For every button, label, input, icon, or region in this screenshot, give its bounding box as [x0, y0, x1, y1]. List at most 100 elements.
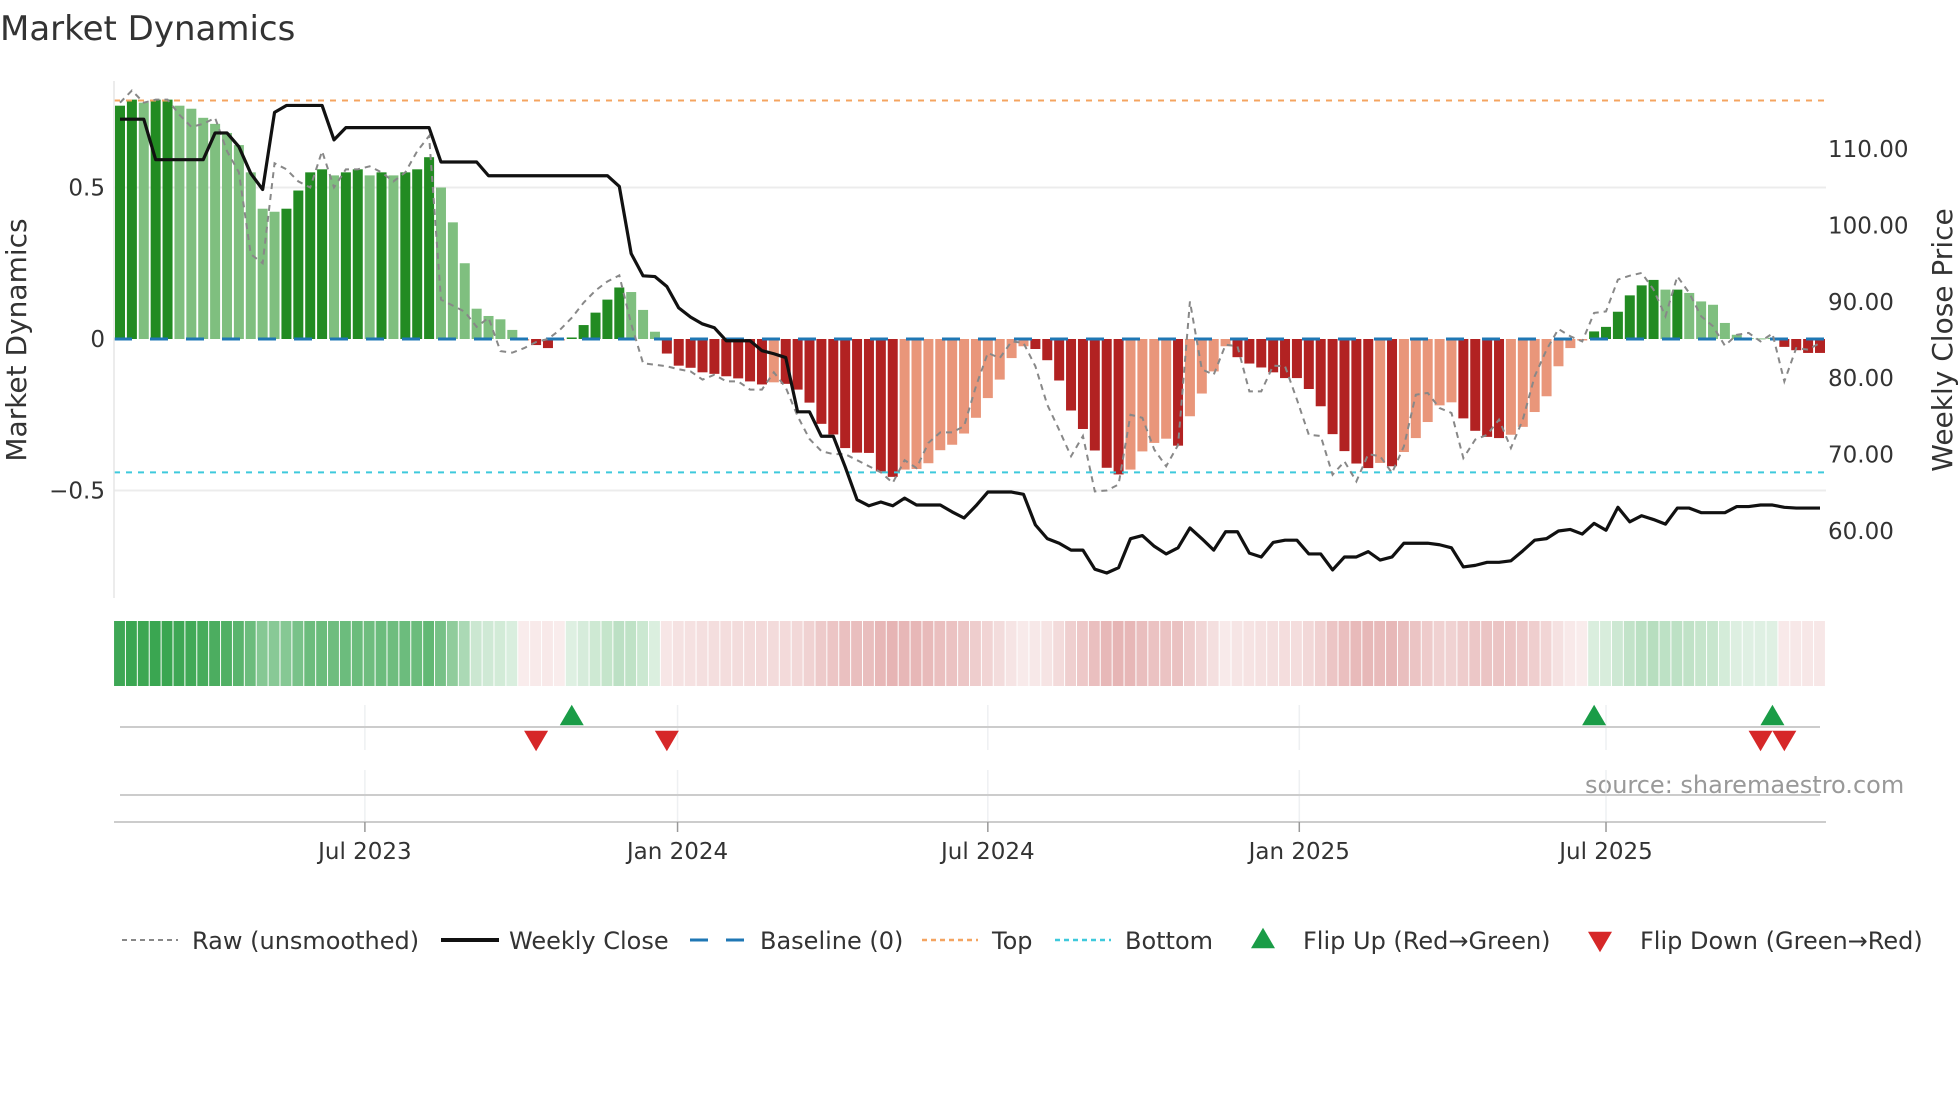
heat-strip-cell: [767, 621, 779, 686]
heat-strip-cell: [625, 621, 637, 686]
heat-strip-cell: [1183, 621, 1195, 686]
dynamics-bar: [1244, 339, 1255, 364]
heat-strip-cell: [470, 621, 482, 686]
heat-strip-cell: [1611, 621, 1623, 686]
heat-strip-cell: [221, 621, 232, 686]
heat-strip-cell: [1600, 621, 1611, 686]
dynamics-bar: [1077, 339, 1088, 429]
dynamics-bar: [1422, 339, 1433, 423]
heat-strip-cell: [423, 621, 435, 686]
heat-strip-cell: [1564, 621, 1576, 686]
dynamics-bar: [994, 339, 1005, 380]
heat-strip-cell: [1409, 621, 1421, 686]
dynamics-bar: [982, 339, 993, 399]
heat-strip-cell: [494, 621, 506, 686]
heat-strip-cell: [244, 621, 256, 686]
heat-strip-cell: [1516, 621, 1528, 686]
dynamics-bar: [138, 102, 149, 339]
heat-strip-cell: [1778, 621, 1790, 686]
dynamics-bar: [340, 172, 351, 339]
heat-strip-cell: [839, 621, 851, 686]
dynamics-bar: [1494, 339, 1505, 439]
dynamics-bar: [1458, 339, 1469, 419]
legend-label-close: Weekly Close: [509, 927, 669, 955]
legend-flip-up-icon: [1251, 927, 1275, 949]
dynamics-bar: [1363, 339, 1374, 469]
dynamics-bar: [459, 263, 470, 339]
heat-strip-cell: [1374, 621, 1386, 686]
dynamics-bar: [1089, 339, 1100, 451]
dynamics-bar: [709, 339, 720, 374]
heat-strip-cell: [1290, 621, 1302, 686]
heat-strip-cell: [1017, 621, 1029, 686]
legend: Raw (unsmoothed) Weekly Close Baseline (0)…: [122, 927, 1923, 955]
dynamics-bar: [447, 222, 458, 339]
flip-down-marker: [1748, 730, 1773, 752]
heat-strip-cell: [1160, 621, 1172, 686]
heat-strip-cell: [922, 621, 934, 686]
dynamics-bar: [804, 339, 815, 403]
heat-strip-cell: [553, 621, 565, 686]
heat-strip-cell: [1005, 621, 1017, 686]
dynamics-bar: [863, 339, 874, 453]
heat-strip-cell: [803, 621, 815, 686]
dynamics-bar: [435, 187, 446, 339]
dynamics-bar: [721, 339, 732, 377]
heat-strip-cell: [1445, 621, 1457, 686]
y-right-tick-label: 60.00: [1828, 519, 1894, 545]
dynamics-bar: [1553, 339, 1564, 367]
heat-strip-cell: [256, 621, 268, 686]
dynamics-bar: [1505, 339, 1516, 435]
heat-strip-cell: [1243, 621, 1255, 686]
heat-strip-cell: [542, 621, 553, 686]
heat-strip-cell: [1754, 621, 1766, 686]
market-dynamics-chart: Market Dynamics Market Dynamics Weekly C…: [0, 9, 1959, 955]
heat-strip-cell: [684, 621, 696, 686]
heat-strip-cell: [1267, 621, 1279, 686]
dynamics-bar: [661, 339, 672, 354]
dynamics-bar: [828, 339, 839, 435]
heat-strip-cell: [125, 621, 137, 686]
dynamics-bar: [150, 99, 161, 339]
heat-strip-cell: [458, 621, 470, 686]
heat-strip-cell: [482, 621, 494, 686]
dynamics-bar: [352, 169, 363, 339]
y-axis-label-left: Market Dynamics: [0, 218, 33, 461]
dynamics-bar: [899, 339, 910, 470]
heat-strip-cell: [779, 621, 791, 686]
dynamics-bar: [1470, 339, 1481, 431]
heat-strip-cell: [1576, 621, 1588, 686]
chart-title: Market Dynamics: [0, 9, 295, 49]
heat-strip-cell: [696, 621, 708, 686]
heat-strip-cell: [1124, 621, 1136, 686]
heat-strip-cell: [993, 621, 1005, 686]
heat-strip-cell: [1635, 621, 1647, 686]
heat-strip-cell: [1802, 621, 1814, 686]
heat-strip-cell: [910, 621, 922, 686]
dynamics-bar: [816, 339, 827, 424]
heat-strip-cell: [351, 621, 363, 686]
heat-strip-cell: [1718, 621, 1730, 686]
dynamics-bar: [162, 99, 173, 339]
heat-strip-cell: [601, 621, 613, 686]
dynamics-bar: [1137, 339, 1148, 452]
dynamics-bar: [1803, 339, 1814, 353]
heat-strip-cell: [1481, 621, 1493, 686]
y-right-tick-label: 100.00: [1828, 213, 1908, 239]
dynamics-bar: [495, 319, 506, 339]
heat-strip-cell: [363, 621, 375, 686]
heat-strip-cell: [1338, 621, 1350, 686]
y-tick-label: 0: [90, 327, 105, 353]
flip-up-marker: [559, 704, 584, 726]
heat-strip-cell: [518, 621, 530, 686]
dynamics-bar: [388, 175, 399, 339]
heat-strip-cell: [1469, 621, 1481, 686]
dynamics-bar: [1256, 339, 1267, 368]
flip-down-marker: [524, 730, 549, 752]
heat-strip-cell: [232, 621, 244, 686]
heat-strip-cell: [1053, 621, 1065, 686]
heat-strip-cell: [446, 621, 458, 686]
y-tick-label: 0.5: [68, 176, 105, 202]
heat-strip-cell: [613, 621, 625, 686]
heat-strip-cell: [1588, 621, 1600, 686]
